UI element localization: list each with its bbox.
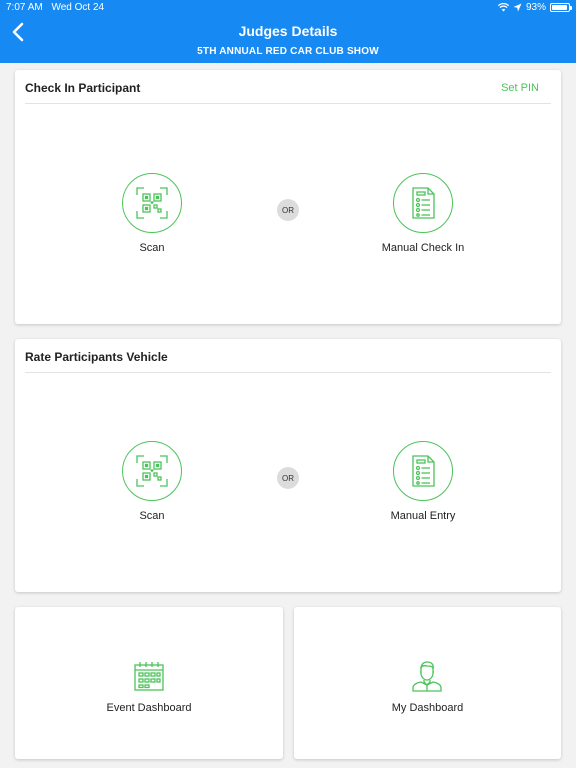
checklist-icon (412, 455, 435, 487)
manual-entry-label: Manual Entry (390, 510, 456, 522)
location-arrow-icon (513, 3, 522, 12)
calendar-icon (134, 662, 164, 691)
rate-scan-button[interactable]: Scan (92, 441, 212, 522)
rate-vehicle-card: Rate Participants Vehicle Scan OR Manual… (15, 339, 561, 592)
status-left: 7:07 AM Wed Oct 24 (6, 2, 110, 13)
battery-icon (550, 3, 572, 12)
my-dashboard-label: My Dashboard (391, 702, 464, 714)
page-title: Judges Details (238, 23, 338, 39)
manual-circle (393, 173, 453, 233)
event-dashboard-label: Event Dashboard (106, 702, 192, 714)
or-badge: OR (277, 199, 299, 221)
divider (25, 103, 551, 104)
or-badge: OR (277, 467, 299, 489)
checklist-icon (412, 187, 435, 219)
rate-scan-label: Scan (139, 510, 165, 522)
check-in-scan-button[interactable]: Scan (92, 173, 212, 254)
status-right: 93% (497, 2, 572, 13)
status-date: Wed Oct 24 (51, 2, 105, 13)
app-header: 7:07 AM Wed Oct 24 93% Judges Details 5T… (0, 0, 576, 63)
status-bar: 7:07 AM Wed Oct 24 93% (0, 0, 576, 16)
divider (25, 372, 551, 373)
wifi-icon (497, 3, 509, 12)
check-in-scan-label: Scan (139, 242, 165, 254)
qr-scan-icon (136, 455, 168, 487)
battery-percent: 93% (525, 2, 546, 13)
my-dashboard-button[interactable]: My Dashboard (294, 607, 561, 759)
battery-fill (552, 5, 567, 10)
manual-circle (393, 441, 453, 501)
check-in-card: Check In Participant Set PIN Scan OR Man… (15, 70, 561, 324)
scan-circle (122, 173, 182, 233)
app-screen: 7:07 AM Wed Oct 24 93% Judges Details 5T… (0, 0, 576, 768)
rate-vehicle-title: Rate Participants Vehicle (25, 350, 168, 364)
manual-check-in-button[interactable]: Manual Check In (363, 173, 483, 254)
scan-circle (122, 441, 182, 501)
manual-check-in-label: Manual Check In (381, 242, 465, 254)
check-in-title: Check In Participant (25, 81, 141, 95)
manual-entry-button[interactable]: Manual Entry (363, 441, 483, 522)
user-profile-icon (412, 661, 442, 692)
set-pin-button[interactable]: Set PIN (501, 82, 539, 94)
status-time: 7:07 AM (6, 2, 43, 13)
event-name: 5TH ANNUAL RED CAR CLUB SHOW (197, 46, 379, 57)
event-dashboard-button[interactable]: Event Dashboard (15, 607, 283, 759)
qr-scan-icon (136, 187, 168, 219)
